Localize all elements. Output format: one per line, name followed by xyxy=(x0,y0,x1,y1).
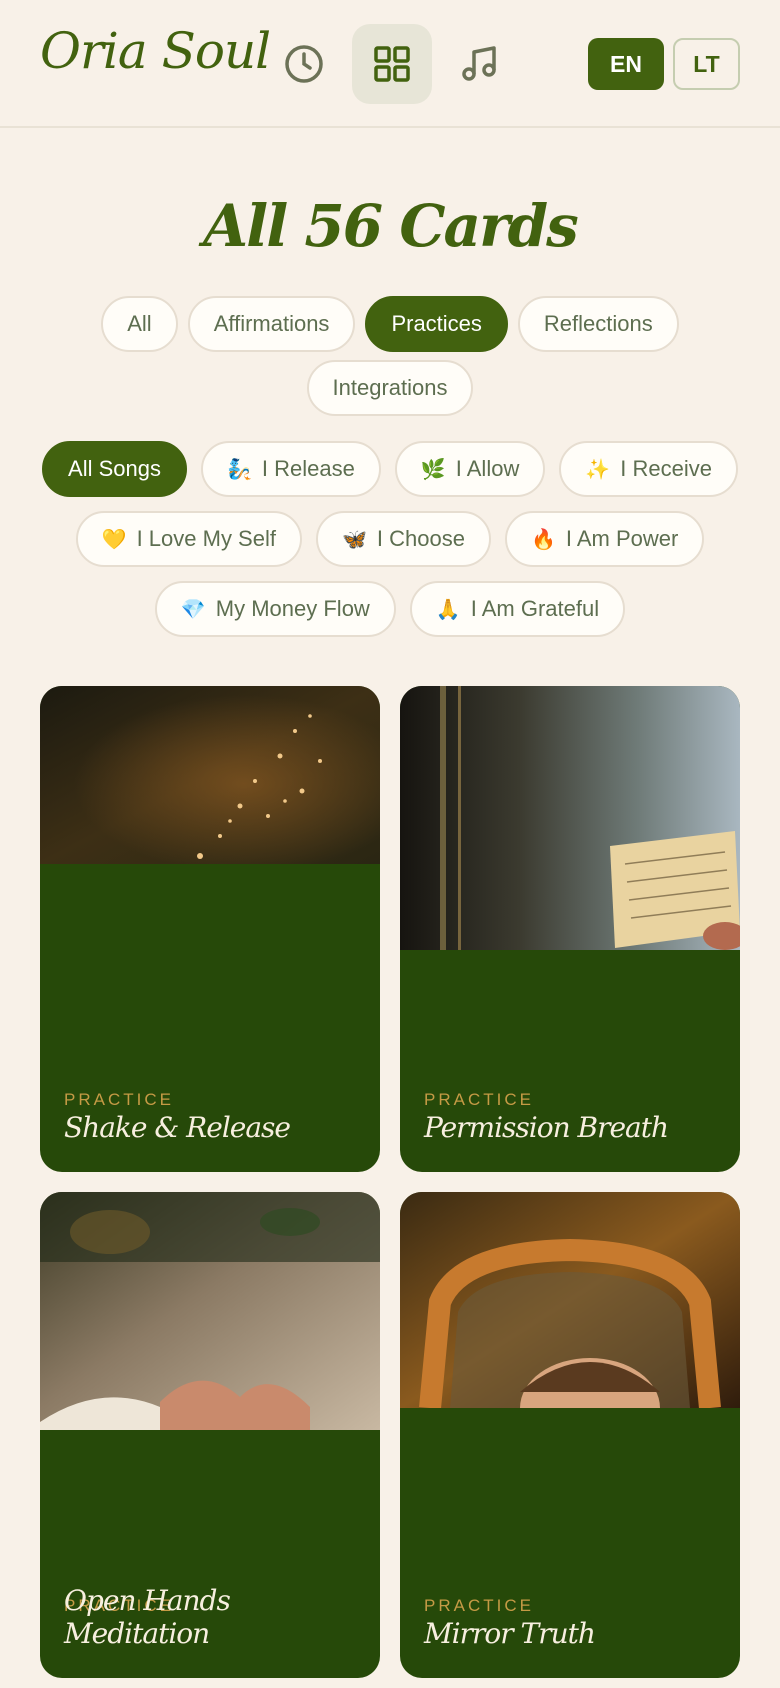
song-filter-label: I Choose xyxy=(376,526,465,551)
card-category: PRACTICE xyxy=(424,1090,534,1109)
song-filter-i-love-my-self[interactable]: 💛 I Love My Self xyxy=(75,511,302,567)
history-nav-button[interactable] xyxy=(264,24,344,104)
mirror-image xyxy=(400,1192,740,1408)
filter-integrations[interactable]: Integrations xyxy=(306,360,474,416)
song-filter-row-3: 💎 My Money Flow 🙏 I Am Grateful xyxy=(0,581,780,637)
herb-icon: 🌿 xyxy=(420,458,446,481)
page-title: All 56 Cards xyxy=(203,192,579,260)
gem-icon: 💎 xyxy=(180,598,206,621)
song-filter-label: I Am Grateful xyxy=(470,596,600,621)
song-filter-row-1: All Songs 🧞 I Release 🌿 I Allow ✨ I Rece… xyxy=(0,441,780,497)
filter-reflections[interactable]: Reflections xyxy=(517,296,679,352)
card-permission-breath[interactable]: PRACTICE Permission Breath xyxy=(400,686,740,1172)
card-title: Mirror Truth xyxy=(424,1617,596,1650)
song-filter-my-money-flow[interactable]: 💎 My Money Flow xyxy=(154,581,396,637)
card-title: Permission Breath xyxy=(424,1111,669,1144)
handwritten-letter-image xyxy=(400,686,740,950)
clock-icon xyxy=(285,45,323,83)
cards-grid-nav-button[interactable] xyxy=(352,24,432,104)
song-filter-i-receive[interactable]: ✨ I Receive xyxy=(559,441,738,497)
song-filter-i-release[interactable]: 🧞 I Release xyxy=(200,441,381,497)
language-en-button[interactable]: EN xyxy=(588,38,664,90)
music-nav-button[interactable] xyxy=(440,24,520,104)
song-filter-i-am-grateful[interactable]: 🙏 I Am Grateful xyxy=(409,581,626,637)
song-filter-i-choose[interactable]: 🦋 I Choose xyxy=(315,511,491,567)
praying-hands-icon: 🙏 xyxy=(435,598,461,621)
card-category: PRACTICE xyxy=(64,1090,174,1109)
song-filter-label: I Receive xyxy=(620,456,712,481)
filter-affirmations[interactable]: Affirmations xyxy=(187,296,356,352)
card-title: Shake & Release xyxy=(64,1111,291,1144)
card-mirror-truth[interactable]: PRACTICE Mirror Truth xyxy=(400,1192,740,1678)
grid-icon xyxy=(374,46,410,82)
song-filter-label: I Love My Self xyxy=(136,526,276,551)
app-logo[interactable]: Oria Soul xyxy=(40,22,271,80)
type-filter-row-2: Integrations xyxy=(0,360,780,416)
song-filter-label: I Release xyxy=(261,456,355,481)
language-lt-button[interactable]: LT xyxy=(673,38,740,90)
song-filter-label: All Songs xyxy=(68,456,161,481)
song-filter-label: I Allow xyxy=(455,456,520,481)
song-filter-label: I Am Power xyxy=(565,526,679,551)
type-filter-row: All Affirmations Practices Reflections xyxy=(0,296,780,352)
dandelion-seeds-image xyxy=(40,686,380,864)
song-filter-i-allow[interactable]: 🌿 I Allow xyxy=(394,441,546,497)
song-filter-row-2: 💛 I Love My Self 🦋 I Choose 🔥 I Am Power xyxy=(0,511,780,567)
app-header: Oria Soul EN LT xyxy=(0,0,780,128)
song-filter-i-am-power[interactable]: 🔥 I Am Power xyxy=(504,511,705,567)
card-open-hands-meditation[interactable]: PRACTICE Open Hands Meditation xyxy=(40,1192,380,1678)
card-title: Open Hands Meditation xyxy=(64,1584,231,1650)
card-category: PRACTICE xyxy=(424,1596,534,1615)
music-note-icon xyxy=(462,46,496,81)
filter-practices[interactable]: Practices xyxy=(365,296,508,352)
butterfly-icon: 🦋 xyxy=(341,528,367,551)
filter-all[interactable]: All xyxy=(101,296,178,352)
song-filter-label: My Money Flow xyxy=(215,596,370,621)
fire-icon: 🔥 xyxy=(530,528,556,551)
song-filter-all-songs[interactable]: All Songs xyxy=(42,441,187,497)
card-shake-release[interactable]: PRACTICE Shake & Release xyxy=(40,686,380,1172)
sparkles-icon: ✨ xyxy=(585,458,611,481)
genie-icon: 🧞 xyxy=(226,458,252,481)
open-hands-image xyxy=(40,1192,380,1430)
yellow-heart-icon: 💛 xyxy=(101,528,127,551)
